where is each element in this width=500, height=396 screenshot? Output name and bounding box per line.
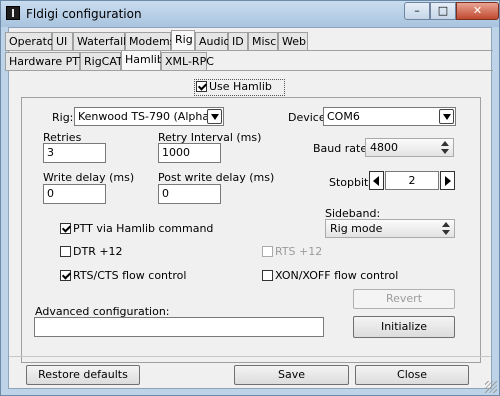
stopbits-label: Stopbits (329, 176, 375, 189)
tab-operator[interactable]: Operator (5, 32, 58, 50)
retries-input[interactable]: 3 (43, 143, 106, 163)
rig-select[interactable]: Kenwood TS-790 (Alpha) (74, 107, 224, 126)
checkbox-checked-icon (60, 270, 71, 281)
maximize-button[interactable]: □ (430, 2, 456, 20)
device-value: COM6 (327, 110, 360, 123)
title-bar[interactable]: Fldigi configuration – □ ✕ (1, 1, 499, 27)
baud-rate-value: 4800 (370, 141, 398, 154)
tab-ui[interactable]: UI (52, 32, 73, 50)
sideband-value: Rig mode (330, 222, 383, 235)
device-select[interactable]: COM6 (323, 107, 456, 126)
rts-label: RTS +12 (275, 245, 323, 258)
use-hamlib-check-icon (196, 81, 207, 92)
minimize-button[interactable]: – (404, 2, 430, 20)
sideband-select[interactable]: Rig mode (325, 219, 455, 238)
rig-value: Kenwood TS-790 (Alpha) (78, 110, 214, 123)
updown-arrows-icon (442, 222, 450, 235)
tab-waterfall[interactable]: Waterfall (73, 32, 126, 50)
ptt-via-hamlib-checkbox[interactable]: PTT via Hamlib command (60, 222, 213, 236)
checkbox-checked-icon (60, 223, 71, 234)
tab-divider (5, 50, 493, 51)
close-button[interactable]: Close (355, 365, 469, 385)
stopbits-value[interactable]: 2 (385, 171, 439, 190)
updown-arrows-icon (441, 141, 449, 154)
checkbox-empty-icon (262, 270, 273, 281)
tab-audio[interactable]: Audio (195, 32, 230, 50)
checkbox-empty-icon (60, 246, 71, 257)
write-delay-label: Write delay (ms) (43, 171, 135, 184)
save-button[interactable]: Save (234, 365, 349, 385)
stopbits-counter: 2 (369, 171, 455, 190)
tab-hamlib[interactable]: Hamlib (121, 50, 164, 70)
tab-web[interactable]: Web (278, 32, 308, 50)
post-write-delay-input[interactable]: 0 (158, 184, 221, 204)
tab-misc[interactable]: Misc (248, 32, 278, 50)
use-hamlib-checkbox[interactable]: Use Hamlib (194, 79, 285, 96)
subtab-divider (5, 70, 493, 71)
xonxoff-checkbox[interactable]: XON/XOFF flow control (262, 269, 398, 283)
ptt-via-hamlib-label: PTT via Hamlib command (73, 222, 214, 235)
footer-divider (9, 356, 491, 357)
xonxoff-label: XON/XOFF flow control (275, 269, 399, 282)
tab-rig[interactable]: Rig (171, 30, 195, 50)
tab-hardware-ptt[interactable]: Hardware PTT (5, 52, 85, 70)
arrow-left-icon[interactable] (369, 171, 384, 190)
rtscts-label: RTS/CTS flow control (73, 269, 187, 282)
config-window: Fldigi configuration – □ ✕ Operator UI W… (0, 0, 500, 396)
arrow-right-icon[interactable] (440, 171, 455, 190)
dtr-checkbox[interactable]: DTR +12 (60, 245, 123, 259)
tab-rigcat[interactable]: RigCAT (80, 52, 123, 70)
tab-xml-rpc[interactable]: XML-RPC (161, 52, 214, 70)
chevron-down-icon[interactable] (207, 109, 222, 124)
chevron-down-icon[interactable] (439, 109, 454, 124)
tab-modems[interactable]: Modems (125, 32, 175, 50)
close-window-button[interactable]: ✕ (456, 2, 499, 20)
baud-rate-select[interactable]: 4800 (365, 138, 454, 157)
initialize-button[interactable]: Initialize (353, 316, 455, 338)
resize-grip-icon[interactable] (485, 381, 497, 393)
rtscts-checkbox[interactable]: RTS/CTS flow control (60, 269, 186, 283)
dtr-label: DTR +12 (73, 245, 123, 258)
tab-id[interactable]: ID (228, 32, 248, 50)
fldigi-app-icon (6, 6, 20, 20)
rig-label: Rig: (52, 111, 74, 124)
restore-defaults-button[interactable]: Restore defaults (26, 365, 140, 385)
write-delay-input[interactable]: 0 (43, 184, 106, 204)
checkbox-empty-icon (262, 246, 273, 257)
post-write-delay-label: Post write delay (ms) (158, 171, 275, 184)
advanced-config-input[interactable] (34, 317, 324, 337)
use-hamlib-label: Use Hamlib (209, 80, 272, 93)
revert-button[interactable]: Revert (353, 289, 455, 309)
window-title: Fldigi configuration (26, 7, 142, 21)
retry-interval-input[interactable]: 1000 (158, 143, 221, 163)
rts-checkbox[interactable]: RTS +12 (262, 245, 322, 259)
baud-rate-label: Baud rate: (313, 142, 371, 155)
